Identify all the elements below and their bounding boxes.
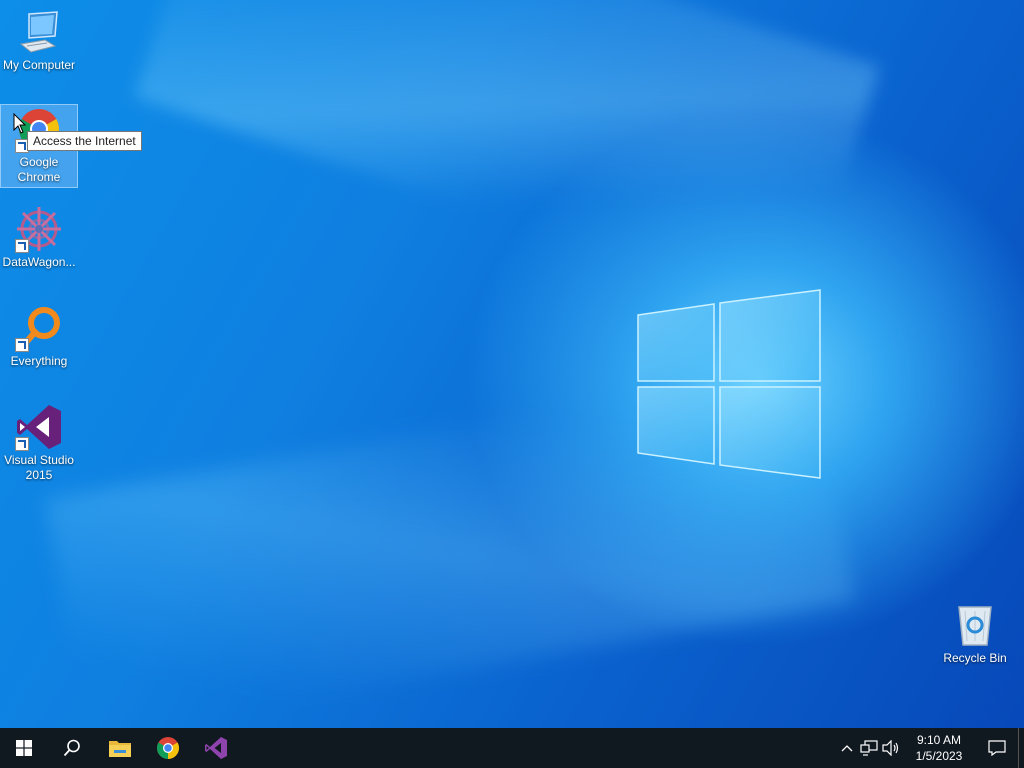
taskbar-file-explorer[interactable] — [96, 728, 144, 768]
taskbar-visual-studio[interactable] — [192, 728, 240, 768]
desktop-icon-label: Google Chrome — [17, 155, 61, 184]
network-icon — [860, 740, 878, 756]
action-center-button[interactable] — [976, 728, 1018, 768]
windows-logo-wallpaper — [637, 289, 821, 479]
start-icon — [16, 740, 32, 756]
recycle-bin-icon — [951, 601, 999, 649]
taskbar: 9:10 AM 1/5/2023 — [0, 728, 1024, 768]
volume-button[interactable] — [880, 728, 902, 768]
visual-studio-icon — [205, 737, 227, 759]
desktop-icon-label: Visual Studio 2015 — [4, 453, 74, 482]
desktop-icon-recycle-bin[interactable]: Recycle Bin — [937, 601, 1013, 666]
visual-studio-icon — [15, 403, 63, 451]
show-desktop-button[interactable] — [1018, 728, 1024, 768]
light-beam-upper — [134, 0, 881, 314]
speaker-icon — [882, 740, 899, 756]
tooltip: Access the Internet — [27, 131, 142, 151]
shortcut-arrow-icon — [15, 338, 29, 352]
computer-icon — [15, 8, 63, 56]
desktop-icon-label: Everything — [10, 354, 68, 368]
everything-search-icon — [15, 304, 63, 352]
desktop-icon-datawagon[interactable]: DataWagon... — [1, 205, 77, 270]
file-explorer-icon — [109, 741, 131, 757]
network-button[interactable] — [858, 728, 880, 768]
search-button[interactable] — [48, 728, 96, 768]
search-icon — [63, 739, 80, 757]
start-button[interactable] — [0, 728, 48, 768]
clock-time: 9:10 AM — [916, 733, 962, 747]
shortcut-arrow-icon — [15, 437, 29, 451]
notification-icon — [988, 740, 1006, 756]
shortcut-arrow-icon — [15, 239, 29, 253]
chevron-up-icon — [841, 745, 853, 752]
desktop-icon-my-computer[interactable]: My Computer — [1, 8, 77, 73]
desktop-icon-label: Recycle Bin — [943, 651, 1007, 665]
system-tray: 9:10 AM 1/5/2023 — [836, 728, 1024, 768]
clock-date: 1/5/2023 — [915, 749, 963, 763]
desktop-icon-visual-studio[interactable]: Visual Studio 2015 — [1, 403, 77, 483]
desktop-icon-label: My Computer — [2, 58, 76, 72]
desktop-icon-everything[interactable]: Everything — [1, 304, 77, 369]
chrome-icon — [157, 737, 179, 759]
show-hidden-icons-button[interactable] — [836, 728, 858, 768]
taskbar-chrome[interactable] — [144, 728, 192, 768]
desktop-icon-label: DataWagon... — [2, 255, 76, 269]
mouse-cursor-icon — [13, 113, 27, 134]
clock[interactable]: 9:10 AM 1/5/2023 — [908, 732, 970, 764]
datawagon-icon — [15, 205, 63, 253]
